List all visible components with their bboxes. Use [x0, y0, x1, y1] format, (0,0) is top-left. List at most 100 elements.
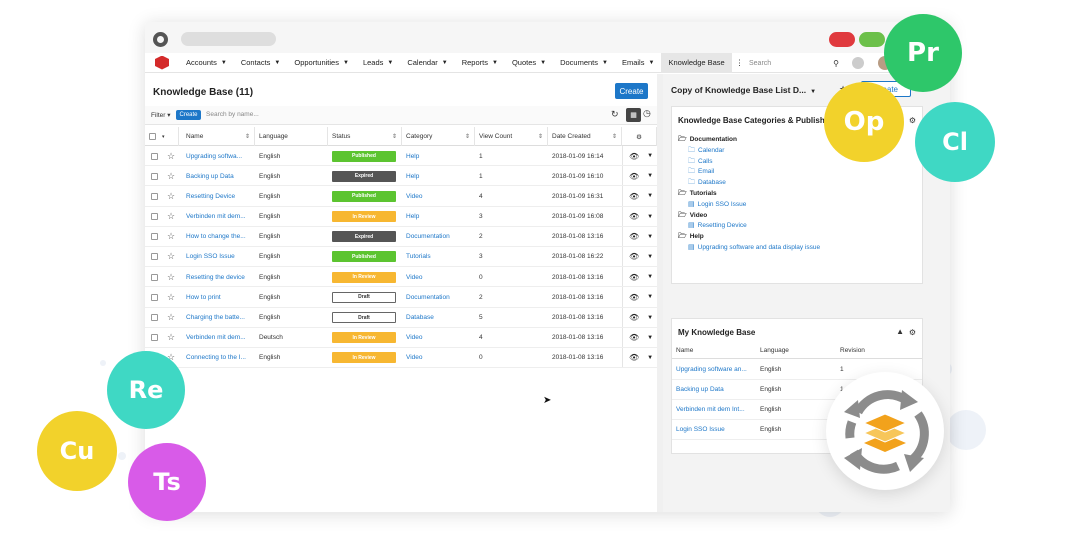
- tree-item[interactable]: 🗀 Database: [678, 178, 820, 189]
- row-category-link[interactable]: Video: [402, 328, 475, 348]
- chevron-down-icon[interactable]: ▼: [647, 193, 653, 199]
- table-row[interactable]: ☆ Resetting the device English In Review…: [145, 267, 657, 288]
- row-category-link[interactable]: Video: [402, 267, 475, 287]
- row-actions[interactable]: 👁 ▼: [623, 348, 657, 368]
- row-checkbox-cell[interactable]: [145, 328, 163, 348]
- row-category-link[interactable]: Video: [402, 186, 475, 206]
- table-row[interactable]: ☆ How to change the... English Expired D…: [145, 226, 657, 247]
- row-checkbox[interactable]: [151, 172, 158, 180]
- row-category-link[interactable]: Help: [402, 166, 475, 186]
- list-search-input[interactable]: Search by name...: [203, 109, 603, 121]
- row-name-link[interactable]: How to print: [182, 287, 255, 307]
- tree-item[interactable]: 🗀 Calls: [678, 157, 820, 168]
- chevron-down-icon[interactable]: ▼: [647, 214, 653, 220]
- nav-item-opportunities[interactable]: Opportunities ▼: [287, 53, 356, 73]
- tree-item[interactable]: ▤ Resetting Device: [678, 221, 820, 232]
- eye-icon[interactable]: 👁: [629, 232, 639, 241]
- row-actions[interactable]: 👁 ▼: [623, 267, 657, 287]
- row-name-link[interactable]: Upgrading software an...: [672, 360, 754, 379]
- row-star-cell[interactable]: ☆: [163, 186, 181, 206]
- clock-icon[interactable]: ◷: [643, 108, 651, 119]
- refresh-icon[interactable]: ↻: [611, 109, 619, 120]
- row-actions[interactable]: 👁 ▼: [623, 207, 657, 227]
- row-name-link[interactable]: Upgrading softwa...: [182, 146, 255, 166]
- column-header-status[interactable]: Status ⇕: [328, 127, 402, 146]
- row-name-link[interactable]: Login SSO Issue: [182, 247, 255, 267]
- star-icon[interactable]: ☆: [167, 231, 175, 242]
- eye-icon[interactable]: 👁: [629, 333, 639, 342]
- address-bar[interactable]: [181, 32, 276, 46]
- chevron-down-icon[interactable]: ▼: [647, 254, 653, 260]
- row-actions[interactable]: 👁 ▼: [623, 287, 657, 307]
- tree-item[interactable]: ▤ Login SSO Issue: [678, 200, 820, 211]
- window-control-red[interactable]: [829, 32, 855, 47]
- filter-create-button[interactable]: Create: [176, 110, 201, 120]
- row-star-cell[interactable]: ☆: [163, 207, 181, 227]
- sort-icon[interactable]: ⇕: [612, 133, 617, 140]
- window-control-green[interactable]: [859, 32, 885, 47]
- row-category-link[interactable]: Help: [402, 207, 475, 227]
- eye-icon[interactable]: 👁: [629, 152, 639, 161]
- row-star-cell[interactable]: ☆: [163, 267, 181, 287]
- chevron-down-icon[interactable]: ▼: [647, 274, 653, 280]
- column-header-language[interactable]: Language: [255, 127, 328, 146]
- star-icon[interactable]: ☆: [167, 191, 175, 202]
- eye-icon[interactable]: 👁: [629, 192, 639, 201]
- chevron-down-icon[interactable]: ▼: [647, 173, 653, 179]
- grid-view-icon[interactable]: ▦: [626, 108, 641, 122]
- dashboard-title[interactable]: Copy of Knowledge Base List D... ▼: [671, 85, 816, 95]
- row-star-cell[interactable]: ☆: [163, 328, 181, 348]
- row-name-link[interactable]: Resetting Device: [182, 186, 255, 206]
- gear-icon[interactable]: ⚙: [636, 133, 642, 141]
- row-category-link[interactable]: Database: [402, 308, 475, 328]
- row-star-cell[interactable]: ☆: [163, 146, 181, 166]
- notification-icon[interactable]: [852, 57, 864, 69]
- table-row[interactable]: ☆ Upgrading softwa... English Published …: [145, 146, 657, 167]
- row-checkbox-cell[interactable]: [145, 186, 163, 206]
- row-actions[interactable]: 👁 ▼: [623, 308, 657, 328]
- row-star-cell[interactable]: ☆: [163, 308, 181, 328]
- row-checkbox[interactable]: [151, 293, 158, 301]
- chevron-down-icon[interactable]: ▼: [647, 234, 653, 240]
- row-star-cell[interactable]: ☆: [163, 247, 181, 267]
- row-checkbox[interactable]: [151, 334, 158, 342]
- chevron-down-icon[interactable]: ▼: [647, 315, 653, 321]
- row-name-link[interactable]: Verbinden mit dem Int...: [672, 400, 754, 419]
- eye-icon[interactable]: 👁: [629, 212, 639, 221]
- tree-folder[interactable]: 🗁 Tutorials: [678, 189, 820, 200]
- star-icon[interactable]: ☆: [167, 171, 175, 182]
- column-settings[interactable]: ⚙: [622, 127, 657, 146]
- nav-item-quotes[interactable]: Quotes ▼: [505, 53, 553, 73]
- row-star-cell[interactable]: ☆: [163, 166, 181, 186]
- row-actions[interactable]: 👁 ▼: [623, 186, 657, 206]
- more-menu-icon[interactable]: ⋮: [732, 58, 748, 67]
- row-checkbox-cell[interactable]: [145, 287, 163, 307]
- row-checkbox[interactable]: [151, 152, 158, 160]
- row-name-link[interactable]: Login SSO Issue: [672, 420, 754, 439]
- select-all-cell[interactable]: ▾: [145, 127, 179, 146]
- nav-item-leads[interactable]: Leads ▼: [356, 53, 400, 73]
- filter-dropdown[interactable]: Filter ▾: [151, 111, 171, 119]
- tree-item[interactable]: 🗀 Calendar: [678, 146, 820, 157]
- column-header-revision[interactable]: Revision: [836, 343, 865, 358]
- star-icon[interactable]: ☆: [167, 312, 175, 323]
- chevron-down-icon[interactable]: ▼: [647, 335, 653, 341]
- row-category-link[interactable]: Tutorials: [402, 247, 475, 267]
- row-name-link[interactable]: How to change the...: [182, 227, 255, 247]
- search-icon[interactable]: ⚲: [833, 59, 839, 68]
- table-row[interactable]: ☆ Charging the batte... English Draft Da…: [145, 307, 657, 328]
- nav-item-documents[interactable]: Documents ▼: [553, 53, 615, 73]
- table-row[interactable]: ☆ Backing up Data English Expired Help 1…: [145, 166, 657, 187]
- row-actions[interactable]: 👁 ▼: [623, 247, 657, 267]
- column-header-language[interactable]: Language: [756, 343, 789, 358]
- row-category-link[interactable]: Documentation: [402, 287, 475, 307]
- chevron-down-icon[interactable]: ▼: [647, 355, 653, 361]
- gear-icon[interactable]: ⚙: [909, 116, 916, 125]
- star-icon[interactable]: ☆: [167, 292, 175, 303]
- table-row[interactable]: ☆ Verbinden mit dem... English In Review…: [145, 206, 657, 227]
- row-checkbox-cell[interactable]: [145, 308, 163, 328]
- column-header-name[interactable]: Name ⇕: [182, 127, 255, 146]
- row-name-link[interactable]: Verbinden mit dem...: [182, 328, 255, 348]
- chevron-down-icon[interactable]: ▼: [647, 153, 653, 159]
- star-icon[interactable]: ☆: [167, 332, 175, 343]
